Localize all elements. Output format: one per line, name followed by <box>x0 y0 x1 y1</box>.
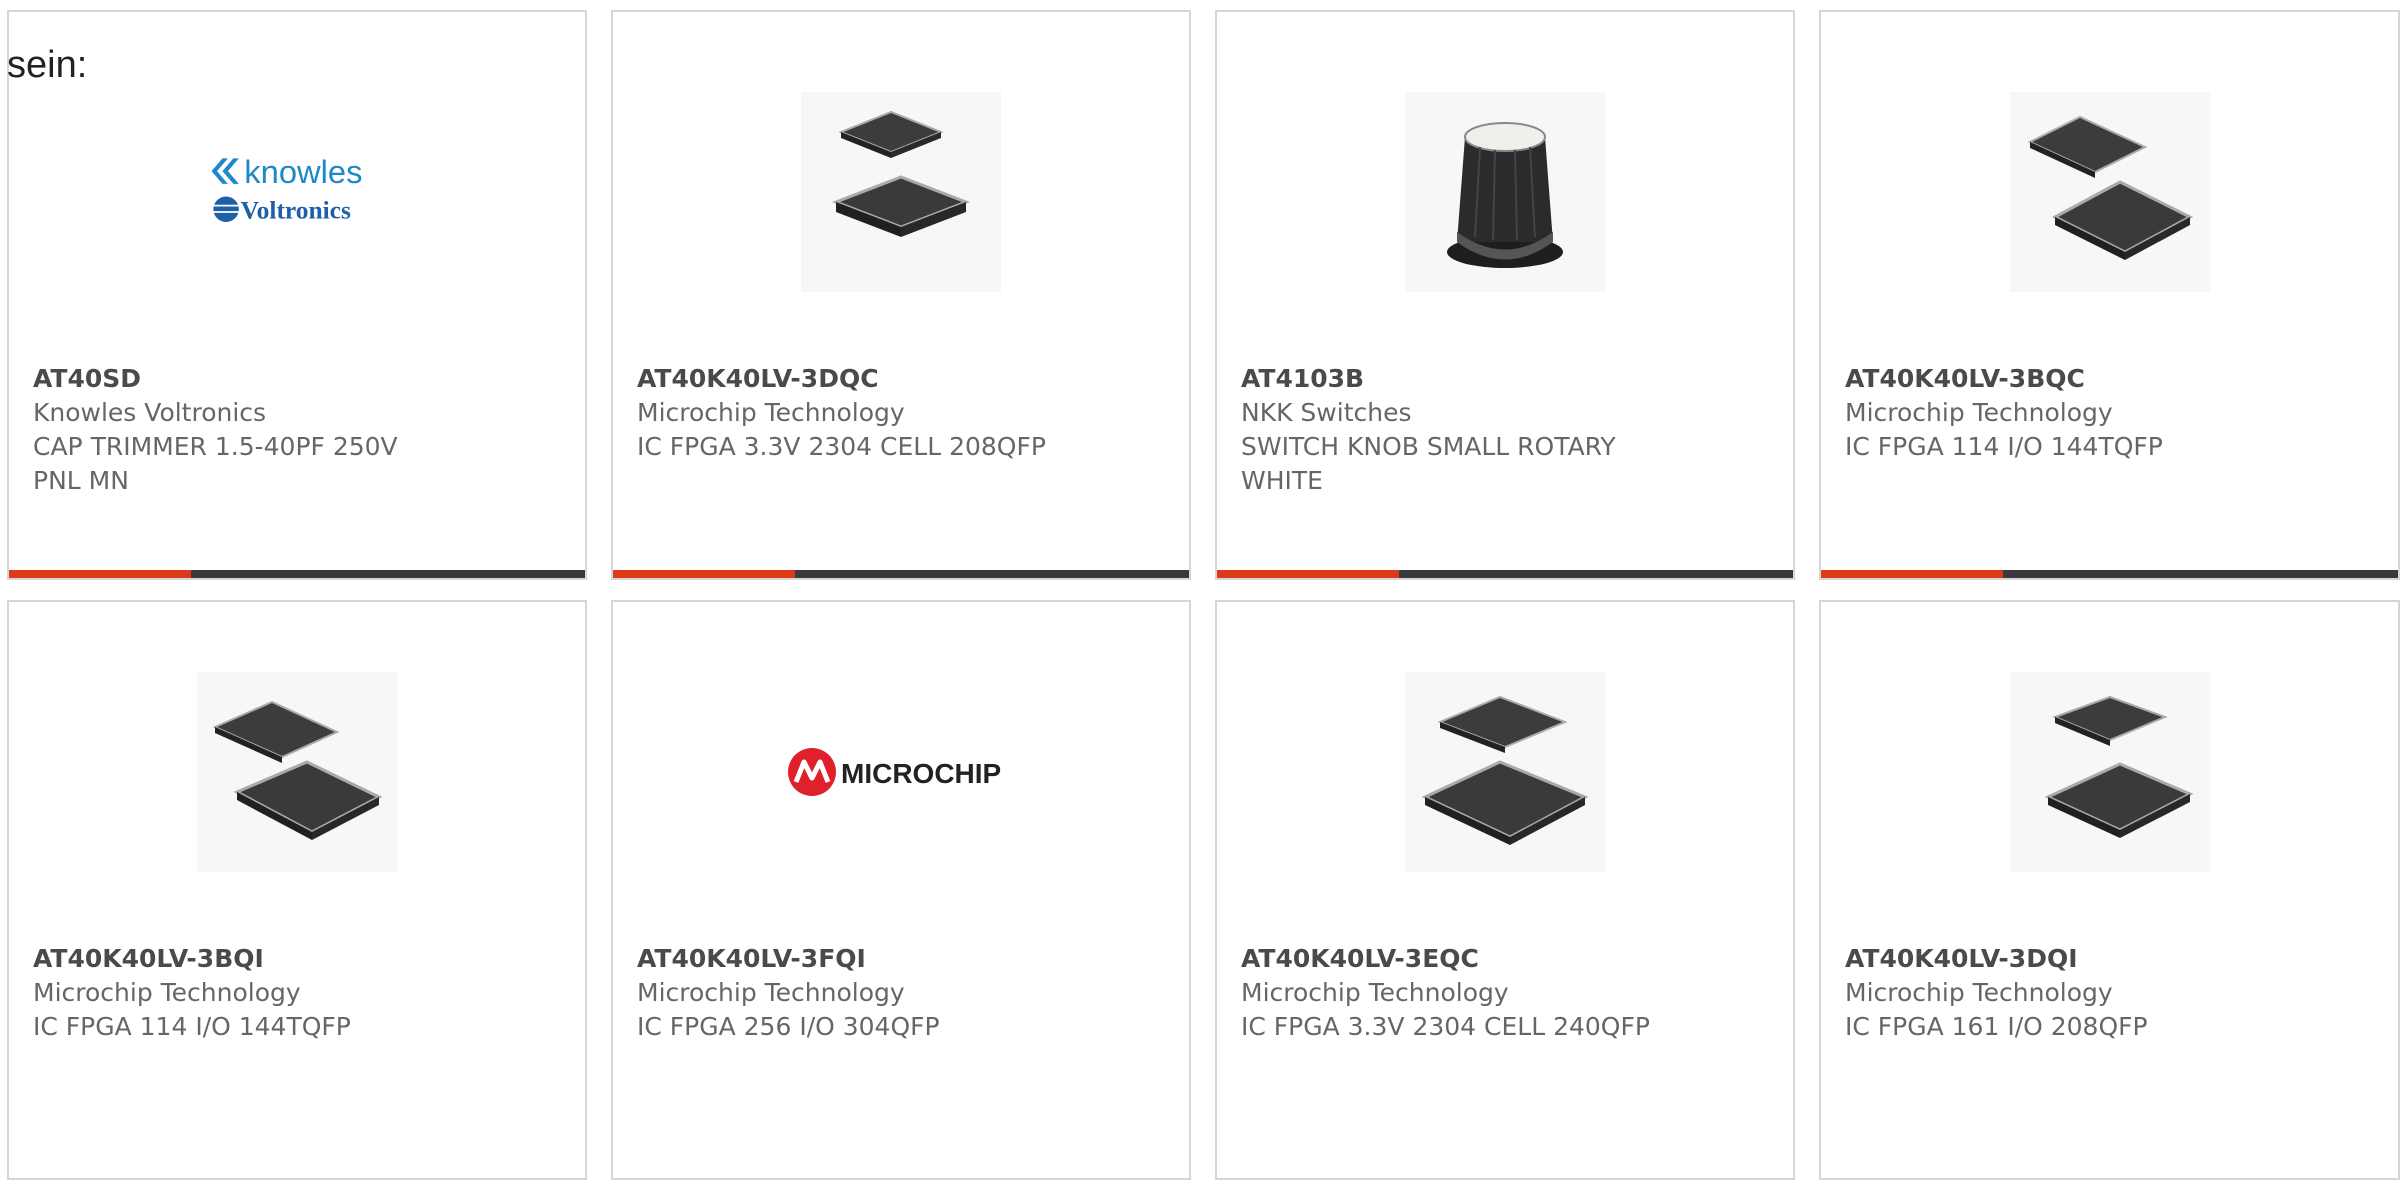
manufacturer-name: Microchip Technology <box>33 978 301 1007</box>
product-card[interactable]: AT4103B NKK Switches SWITCH KNOB SMALL R… <box>1215 10 1795 580</box>
qfp-chip-image <box>2009 672 2210 872</box>
qfp-chip-image <box>2009 92 2210 292</box>
manufacturer-name: Knowles Voltronics <box>33 398 267 427</box>
svg-text:MICROCHIP: MICROCHIP <box>841 758 1001 789</box>
product-info: AT40K40LV-3DQI Microchip Technology IC F… <box>1845 942 2378 1044</box>
card-progress-accent <box>613 570 795 578</box>
rotary-knob-image <box>1405 92 1605 292</box>
qfp-chip-image <box>801 92 1001 292</box>
part-number[interactable]: AT40K40LV-3EQC <box>1241 942 1773 976</box>
product-info: AT40K40LV-3DQC Microchip Technology IC F… <box>637 362 1169 464</box>
part-number[interactable]: AT40K40LV-3FQI <box>637 942 1169 976</box>
product-info: AT40K40LV-3FQI Microchip Technology IC F… <box>637 942 1169 1044</box>
svg-text:knowles: knowles <box>244 153 362 190</box>
product-info: AT4103B NKK Switches SWITCH KNOB SMALL R… <box>1241 362 1773 498</box>
card-progress-accent <box>1217 570 1399 578</box>
product-card[interactable]: knowles Voltronics AT40SD Knowles Voltro… <box>7 10 587 580</box>
card-progress-bar <box>1217 570 1793 578</box>
part-number[interactable]: AT40K40LV-3BQI <box>33 942 565 976</box>
part-number[interactable]: AT40K40LV-3BQC <box>1845 362 2378 396</box>
product-description: SWITCH KNOB SMALL ROTARY WHITE <box>1241 432 1616 495</box>
product-info: AT40K40LV-3BQI Microchip Technology IC F… <box>33 942 565 1044</box>
manufacturer-name: Microchip Technology <box>637 978 905 1007</box>
intro-text: sein: <box>7 44 88 86</box>
part-number[interactable]: AT40SD <box>33 362 565 396</box>
card-progress-accent <box>9 570 191 578</box>
product-description: CAP TRIMMER 1.5-40PF 250V PNL MN <box>33 432 398 495</box>
product-card[interactable]: AT40K40LV-3BQC Microchip Technology IC F… <box>1819 10 2400 580</box>
product-description: IC FPGA 114 I/O 144TQFP <box>1845 432 2163 461</box>
product-description: IC FPGA 114 I/O 144TQFP <box>33 1012 351 1041</box>
card-progress-bar <box>9 570 585 578</box>
manufacturer-name: Microchip Technology <box>637 398 905 427</box>
qfp-chip-image <box>197 672 397 872</box>
product-description: IC FPGA 3.3V 2304 CELL 208QFP <box>637 432 1046 461</box>
product-info: AT40SD Knowles Voltronics CAP TRIMMER 1.… <box>33 362 565 498</box>
card-progress-bar <box>1821 570 2398 578</box>
knowles-voltronics-logo: knowles Voltronics <box>197 92 397 292</box>
part-number[interactable]: AT40K40LV-3DQI <box>1845 942 2378 976</box>
product-card[interactable]: MICROCHIP AT40K40LV-3FQI Microchip Techn… <box>611 600 1191 1180</box>
card-progress-accent <box>1821 570 2003 578</box>
product-info: AT40K40LV-3EQC Microchip Technology IC F… <box>1241 942 1773 1044</box>
product-card[interactable]: AT40K40LV-3DQC Microchip Technology IC F… <box>611 10 1191 580</box>
part-number[interactable]: AT40K40LV-3DQC <box>637 362 1169 396</box>
product-card[interactable]: AT40K40LV-3DQI Microchip Technology IC F… <box>1819 600 2400 1180</box>
product-description: IC FPGA 256 I/O 304QFP <box>637 1012 940 1041</box>
manufacturer-name: NKK Switches <box>1241 398 1412 427</box>
product-description: IC FPGA 3.3V 2304 CELL 240QFP <box>1241 1012 1650 1041</box>
product-description: IC FPGA 161 I/O 208QFP <box>1845 1012 2148 1041</box>
manufacturer-name: Microchip Technology <box>1845 978 2113 1007</box>
qfp-chip-image <box>1405 672 1605 872</box>
microchip-logo: MICROCHIP <box>786 672 1016 872</box>
product-card[interactable]: AT40K40LV-3EQC Microchip Technology IC F… <box>1215 600 1795 1180</box>
manufacturer-name: Microchip Technology <box>1241 978 1509 1007</box>
product-card[interactable]: AT40K40LV-3BQI Microchip Technology IC F… <box>7 600 587 1180</box>
part-number[interactable]: AT4103B <box>1241 362 1773 396</box>
product-info: AT40K40LV-3BQC Microchip Technology IC F… <box>1845 362 2378 464</box>
card-progress-bar <box>613 570 1189 578</box>
svg-text:Voltronics: Voltronics <box>241 195 351 224</box>
manufacturer-name: Microchip Technology <box>1845 398 2113 427</box>
